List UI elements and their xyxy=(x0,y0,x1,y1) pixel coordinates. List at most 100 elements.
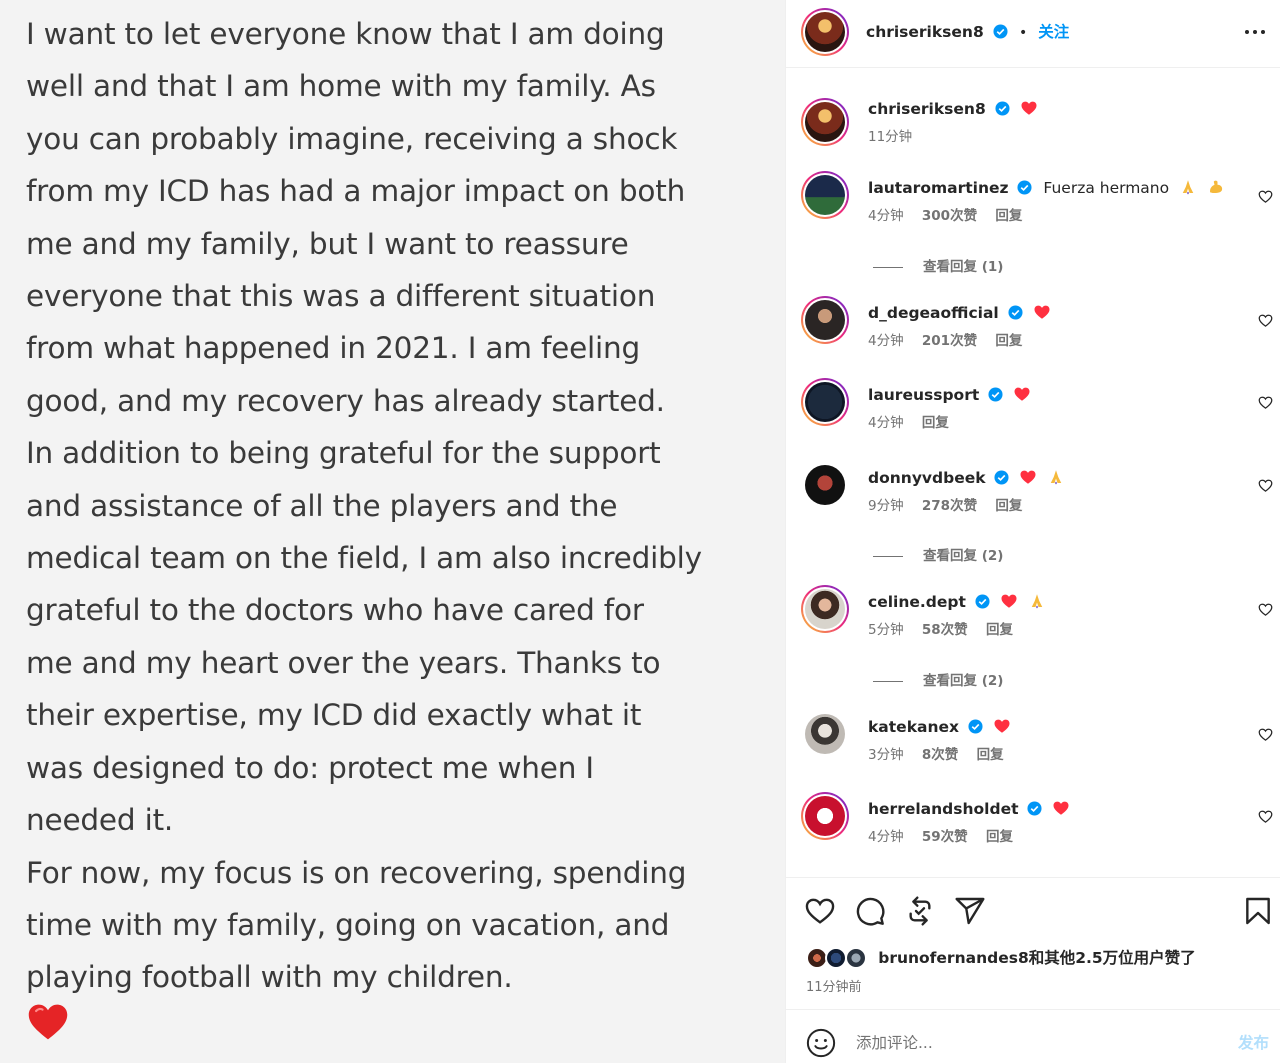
avatar[interactable] xyxy=(801,585,849,633)
follow-button[interactable]: 关注 xyxy=(1038,23,1069,41)
comment-username[interactable]: laureussport xyxy=(868,386,979,404)
view-replies-label: 查看回复 (2) xyxy=(923,548,1004,564)
media-text-line: playing football with my children. xyxy=(26,960,513,995)
comment-icon[interactable] xyxy=(854,895,886,927)
save-icon[interactable] xyxy=(1242,895,1274,927)
comment-like-icon[interactable] xyxy=(1258,313,1273,328)
comment-username[interactable]: d_degeaofficial xyxy=(868,304,999,322)
pray-emoji-icon xyxy=(1051,470,1062,485)
view-replies-button[interactable]: 查看回复 (2) xyxy=(873,544,1003,564)
media-text-line: and assistance of all the players and th… xyxy=(26,488,618,523)
media-text-line: was designed to do: protect me when I xyxy=(26,750,594,785)
post-image-text: I want to let everyone know that I am do… xyxy=(26,8,766,1004)
reply-button[interactable]: 回复 xyxy=(922,415,949,431)
emoji-picker-icon[interactable] xyxy=(806,1028,836,1058)
heart-emoji-icon xyxy=(994,719,1010,733)
comment-like-icon[interactable] xyxy=(1258,727,1273,742)
avatar[interactable] xyxy=(801,98,849,146)
pray-emoji-icon xyxy=(1031,594,1042,609)
reply-button[interactable]: 回复 xyxy=(995,208,1022,224)
comment-time: 4分钟 xyxy=(868,208,904,224)
avatar[interactable] xyxy=(801,792,849,840)
liked-by-text: brunofernandes8和其他2.5万位用户赞了 xyxy=(878,949,1196,967)
comment-username[interactable]: celine.dept xyxy=(868,593,966,611)
post-side-panel: chriseriksen8 • 关注 chriseriksen8 11分钟 la… xyxy=(785,0,1280,1063)
media-text-line: medical team on the field, I am also inc… xyxy=(26,541,702,576)
like-icon[interactable] xyxy=(804,895,836,927)
comment-like-icon[interactable] xyxy=(1258,189,1273,204)
view-replies-label: 查看回复 (2) xyxy=(923,673,1004,689)
verified-badge-icon xyxy=(994,470,1010,485)
comment-username[interactable]: katekanex xyxy=(868,718,959,736)
repost-icon[interactable] xyxy=(904,895,936,927)
media-text-line: good, and my recovery has already starte… xyxy=(26,383,665,418)
comment-like-icon[interactable] xyxy=(1258,478,1273,493)
reply-button[interactable]: 回复 xyxy=(977,747,1004,763)
comment-username[interactable]: chriseriksen8 xyxy=(868,100,986,118)
share-icon[interactable] xyxy=(954,895,986,927)
comment-time: 4分钟 xyxy=(868,829,904,845)
media-text-line: needed it. xyxy=(26,803,174,838)
view-replies-button[interactable]: 查看回复 (2) xyxy=(873,669,1003,689)
verified-badge-icon xyxy=(1027,801,1042,816)
post-media: I want to let everyone know that I am do… xyxy=(0,0,785,1063)
comment-username[interactable]: herrelandsholdet xyxy=(868,800,1019,818)
comment-time: 9分钟 xyxy=(868,498,904,514)
media-text-line: their expertise, my ICD did exactly what… xyxy=(26,698,642,733)
comment-time: 4分钟 xyxy=(868,415,904,431)
avatar[interactable] xyxy=(801,171,849,219)
reply-button[interactable]: 回复 xyxy=(986,829,1013,845)
comment-likes[interactable]: 201次赞 xyxy=(922,333,977,349)
avatar[interactable] xyxy=(801,710,849,758)
comment-username[interactable]: lautaromartinez xyxy=(868,179,1009,197)
verified-badge-icon xyxy=(995,101,1010,116)
muscle-emoji-icon xyxy=(1210,180,1223,193)
author-avatar[interactable] xyxy=(801,8,849,56)
heart-emoji-icon xyxy=(1021,101,1037,115)
media-text-line: from my ICD has had a major impact on bo… xyxy=(26,174,686,209)
media-text-line: well and that I am home with my family. … xyxy=(26,69,656,104)
avatar[interactable] xyxy=(801,378,849,426)
pray-emoji-icon xyxy=(1182,180,1194,195)
comment-time: 4分钟 xyxy=(868,333,904,349)
comment-like-icon[interactable] xyxy=(1258,602,1273,617)
comment-like-icon[interactable] xyxy=(1258,395,1273,410)
media-text-line: time with my family, going on vacation, … xyxy=(26,907,670,942)
comment-username[interactable]: donnyvdbeek xyxy=(868,469,986,487)
post-actions: brunofernandes8和其他2.5万位用户赞了 11分钟前 xyxy=(786,877,1280,1008)
media-text-line: I want to let everyone know that I am do… xyxy=(26,17,665,51)
comment-likes[interactable]: 8次赞 xyxy=(922,747,958,763)
view-replies-button[interactable]: 查看回复 (1) xyxy=(873,255,1003,275)
avatar[interactable] xyxy=(801,461,849,509)
reply-button[interactable]: 回复 xyxy=(995,498,1022,514)
verified-badge-icon xyxy=(1017,180,1032,195)
heart-emoji-icon xyxy=(1001,594,1017,608)
comment-likes[interactable]: 300次赞 xyxy=(922,208,977,224)
comments-list[interactable]: chriseriksen8 11分钟 lautaromartinez Fuerz… xyxy=(786,69,1280,877)
heart-emoji-icon xyxy=(1034,305,1050,319)
avatar[interactable] xyxy=(801,296,849,344)
reply-button[interactable]: 回复 xyxy=(986,622,1013,638)
comment-likes[interactable]: 58次赞 xyxy=(922,622,968,638)
add-comment-bar: 发布 xyxy=(786,1009,1280,1063)
comment-likes[interactable]: 59次赞 xyxy=(922,829,968,845)
liked-by[interactable]: brunofernandes8和其他2.5万位用户赞了 xyxy=(806,946,1196,969)
post-header: chriseriksen8 • 关注 xyxy=(786,0,1280,68)
comment-text: Fuerza hermano xyxy=(1043,179,1170,197)
red-heart-emoji-icon xyxy=(28,1004,68,1040)
comment-time: 3分钟 xyxy=(868,747,904,763)
verified-badge-icon xyxy=(968,719,983,734)
heart-emoji-icon xyxy=(1053,801,1069,815)
verified-badge-icon xyxy=(1008,305,1023,320)
heart-emoji-icon xyxy=(1014,387,1030,401)
comment-time: 5分钟 xyxy=(868,622,904,638)
separator-dot: • xyxy=(1018,25,1028,41)
liker-avatar xyxy=(844,947,867,969)
comment-input[interactable] xyxy=(856,1028,1216,1058)
post-comment-button[interactable]: 发布 xyxy=(1238,1031,1269,1053)
reply-button[interactable]: 回复 xyxy=(995,333,1022,349)
more-horizontal-icon[interactable] xyxy=(1243,22,1267,42)
comment-like-icon[interactable] xyxy=(1258,809,1273,824)
comment-likes[interactable]: 278次赞 xyxy=(922,498,977,514)
author-username[interactable]: chriseriksen8 xyxy=(866,23,984,41)
